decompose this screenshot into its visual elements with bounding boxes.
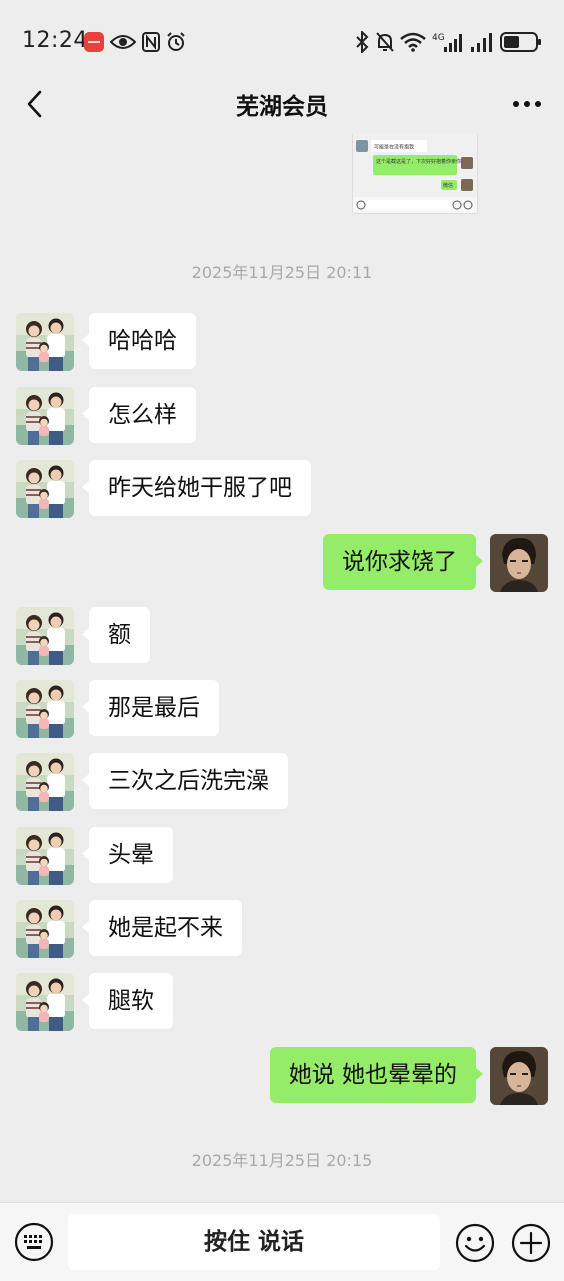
emoji-icon [455,1223,495,1263]
message-row-incoming: 头晕 [0,827,564,885]
shared-line-3: 微信 [443,182,453,189]
more-dots-icon [513,101,541,107]
shared-line-2: 这个是截这是了，下次好好抱着你亲你 [376,158,461,165]
message-row-incoming: 怎么样 [0,387,564,445]
contact-avatar[interactable] [16,827,74,885]
my-avatar[interactable] [490,1047,548,1105]
contact-avatar[interactable] [16,460,74,518]
emoji-button[interactable] [454,1222,496,1264]
signal-4g-icon: 4G [432,30,462,54]
input-bar: 按住 说话 [0,1202,564,1281]
message-bubble[interactable]: 三次之后洗完澡 [82,753,288,809]
message-bubble[interactable]: 她是起不来 [82,900,242,956]
message-bubble[interactable]: 头晕 [82,827,173,883]
message-row-incoming: 她是起不来 [0,900,564,958]
message-row-incoming: 哈哈哈 [0,313,564,371]
hold-to-talk-button[interactable]: 按住 说话 [68,1214,440,1270]
shared-screenshot-image[interactable]: 可能是在没有抱我 这个是截这是了，下次好好抱着你亲你 微信 [352,134,478,214]
message-bubble[interactable]: 她说 她也晕晕的 [269,1047,484,1103]
keyboard-button[interactable] [14,1222,54,1262]
status-bar: 12:24 4G [0,0,564,76]
my-avatar[interactable] [490,534,548,592]
contact-avatar[interactable] [16,313,74,371]
more-button[interactable] [504,84,550,124]
bluetooth-icon [355,30,369,54]
message-bubble[interactable]: 说你求饶了 [323,534,483,590]
message-bubble[interactable]: 那是最后 [82,680,219,736]
message-bubble[interactable]: 哈哈哈 [82,313,196,369]
chat-area[interactable]: 可能是在没有抱我 这个是截这是了，下次好好抱着你亲你 微信 2025年11月25… [0,134,564,1202]
contact-avatar[interactable] [16,607,74,665]
message-bubble[interactable]: 怎么样 [82,387,196,443]
message-row-incoming: 三次之后洗完澡 [0,753,564,811]
alarm-icon [166,30,186,54]
contact-avatar[interactable] [16,900,74,958]
message-bubble[interactable]: 额 [82,607,150,663]
timestamp: 2025年11月25日 20:15 [191,1151,373,1170]
network-label: 4G [432,33,445,43]
chat-title: 芜湖会员 [236,94,328,120]
message-row-incoming: 腿软 [0,973,564,1031]
huawei-app-icon [84,30,104,54]
status-time: 12:24 [22,28,88,53]
eye-icon [110,30,136,54]
message-row-incoming: 那是最后 [0,680,564,738]
wifi-icon [400,30,426,54]
message-row-outgoing: 说你求饶了 [0,534,564,592]
nfc-icon [142,30,160,54]
plus-button[interactable] [510,1222,552,1264]
contact-avatar[interactable] [16,680,74,738]
message-row-outgoing: 她说 她也晕晕的 [0,1047,564,1105]
keyboard-icon [14,1222,54,1262]
mute-bell-icon [375,30,395,54]
message-row-incoming: 昨天给她干服了吧 [0,460,564,518]
chat-header: 芜湖会员 [0,76,564,134]
battery-icon [500,30,542,54]
contact-avatar[interactable] [16,753,74,811]
signal-icon [470,30,494,54]
shared-line-1: 可能是在没有抱我 [374,144,414,151]
message-row-incoming: 额 [0,607,564,665]
contact-avatar[interactable] [16,973,74,1031]
contact-avatar[interactable] [16,387,74,445]
message-bubble[interactable]: 腿软 [82,973,173,1029]
plus-icon [511,1223,551,1263]
message-bubble[interactable]: 昨天给她干服了吧 [82,460,311,516]
timestamp: 2025年11月25日 20:11 [191,263,373,282]
